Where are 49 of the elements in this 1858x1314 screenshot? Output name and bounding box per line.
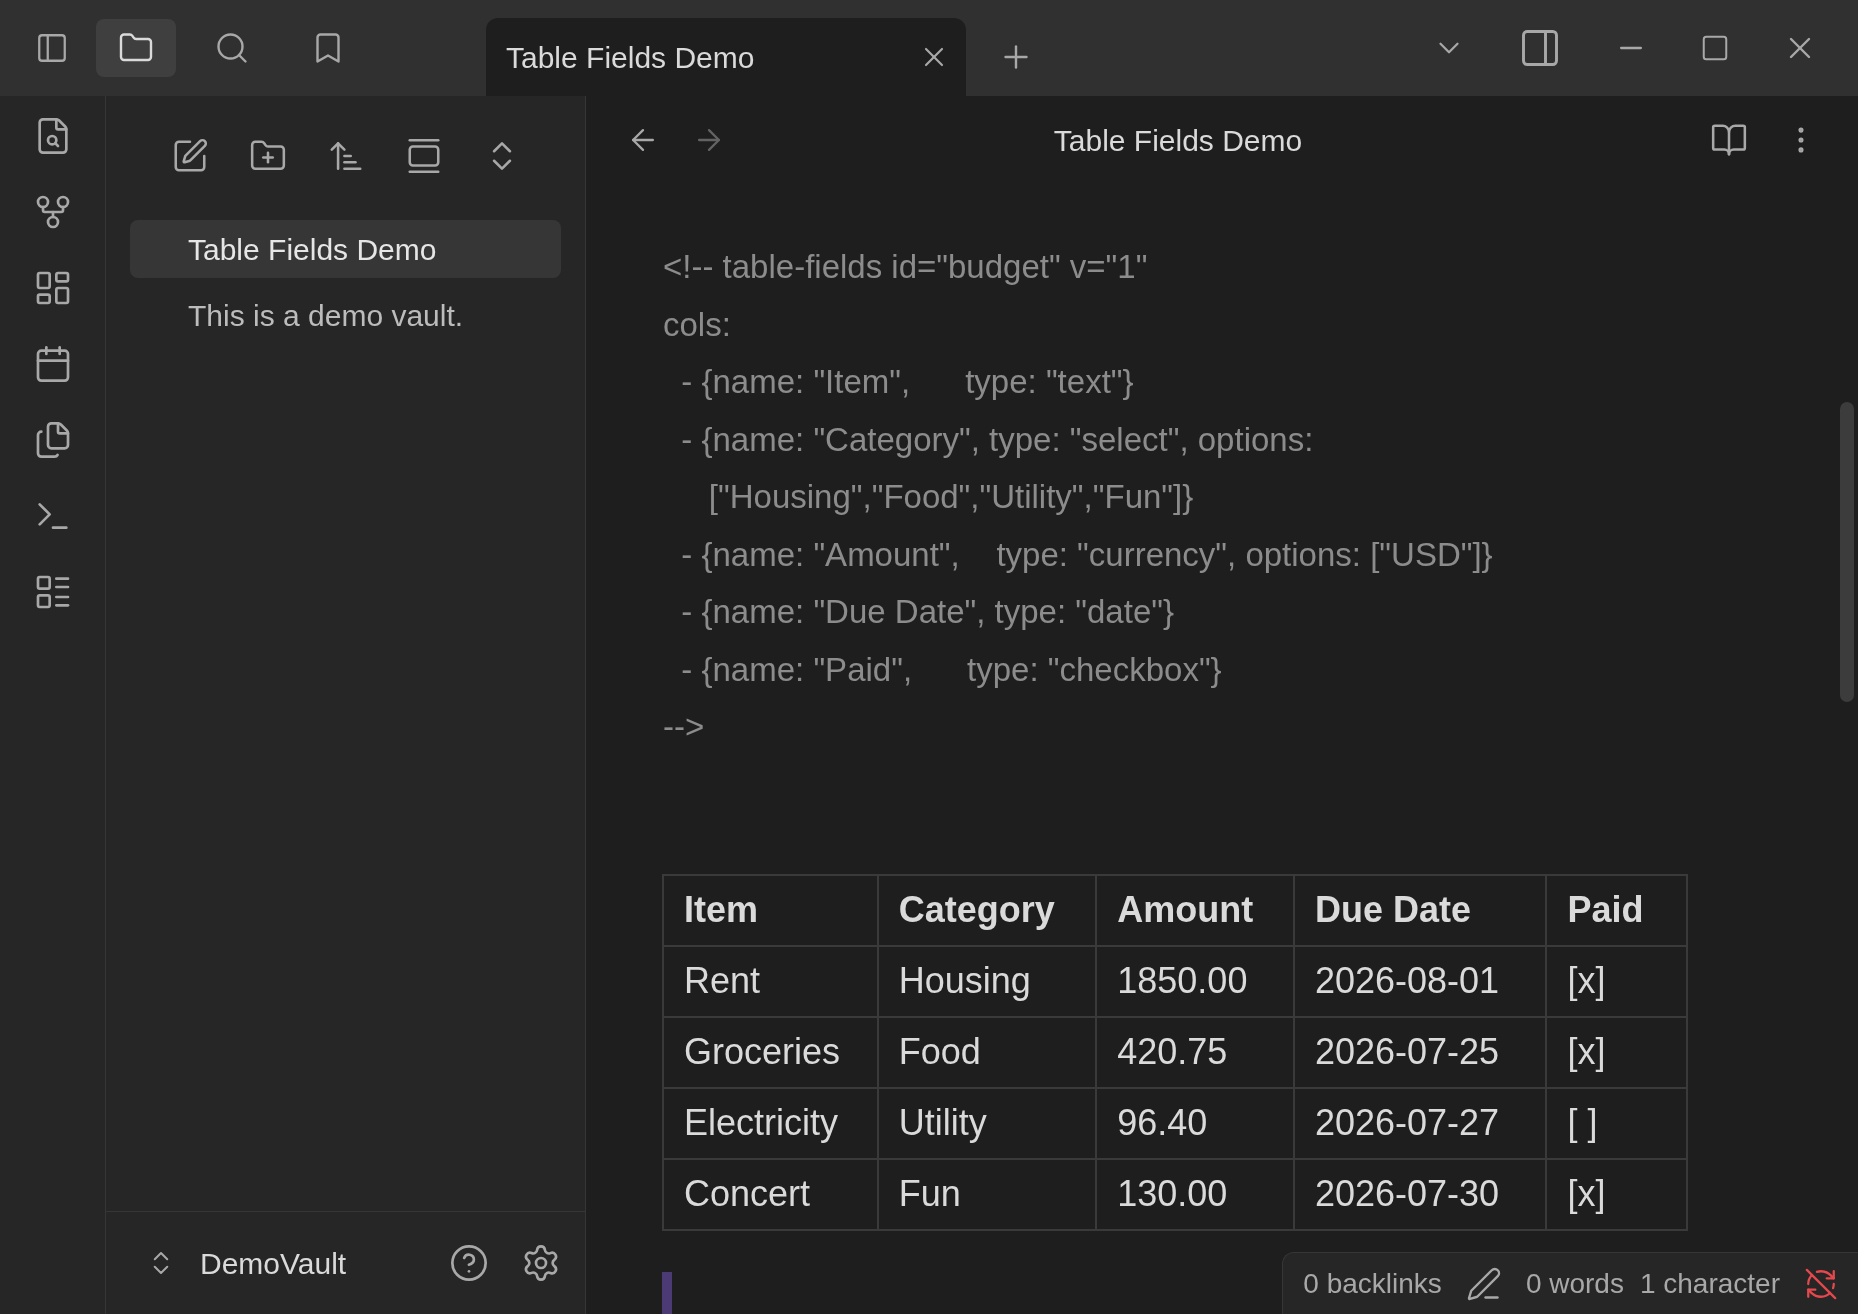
- table-cell: 96.40: [1096, 1087, 1294, 1159]
- table-cell: 2026-07-27: [1293, 1087, 1547, 1159]
- vault-name[interactable]: DemoVault: [200, 1240, 449, 1286]
- help-icon[interactable]: [449, 1243, 489, 1283]
- column-header: Category: [877, 874, 1097, 946]
- code-line: ["Housing","Food","Utility","Fun"]}: [707, 477, 1194, 517]
- note-title: Table Fields Demo: [1053, 122, 1303, 159]
- column-header: Item: [663, 874, 878, 946]
- table-cell: Fun: [877, 1158, 1097, 1230]
- table-cell: 2026-07-30: [1293, 1158, 1547, 1230]
- table-cell: [ ]: [1546, 1087, 1687, 1159]
- code-line: - {name: "Paid", type: "checkbox"}: [680, 649, 1222, 690]
- file-item[interactable]: Table Fields Demo: [130, 220, 561, 278]
- table-cell: [x]: [1546, 1158, 1687, 1230]
- table-cell: [x]: [1546, 1016, 1687, 1088]
- table-cell: 420.75: [1096, 1016, 1294, 1088]
- sync-off-icon[interactable]: [1804, 1266, 1838, 1301]
- pencil-icon[interactable]: [1465, 1265, 1502, 1302]
- table-cell: Utility: [877, 1087, 1097, 1159]
- code-line: - {name: "Category", type: "select", options:: [680, 419, 1314, 460]
- column-header: Amount: [1096, 874, 1294, 946]
- code-line: - {name: "Item", type: "text"}: [680, 362, 1134, 402]
- table-cell: 2026-07-25: [1293, 1016, 1547, 1088]
- character-count: 1 character: [1639, 1266, 1780, 1301]
- text-cursor: [662, 1272, 672, 1314]
- file-item[interactable]: This is a demo vault.: [130, 286, 561, 344]
- maximize-icon[interactable]: [1700, 33, 1730, 63]
- code-line: cols:: [663, 304, 731, 345]
- code-line: - {name: "Amount", type: "currency", options: ["USD"]}: [680, 534, 1493, 575]
- note-tab[interactable]: Table Fields Demo: [486, 18, 966, 96]
- tab-label: Table Fields Demo: [506, 39, 756, 76]
- word-count: 0 words: [1525, 1266, 1624, 1301]
- table-cell: Groceries: [663, 1016, 878, 1088]
- table-cell: 2026-08-01: [1293, 945, 1547, 1017]
- table-cell: Concert: [663, 1158, 878, 1230]
- table-cell: Food: [877, 1016, 1097, 1088]
- column-header: Paid: [1546, 874, 1687, 946]
- code-line: -->: [663, 707, 705, 747]
- table-cell: [x]: [1546, 945, 1687, 1017]
- table-cell: Electricity: [663, 1087, 878, 1159]
- code-line: - {name: "Due Date", type: "date"}: [680, 592, 1174, 632]
- column-header: Due Date: [1293, 874, 1547, 946]
- table-cell: 130.00: [1096, 1158, 1294, 1230]
- table-cell: Housing: [877, 945, 1097, 1017]
- backlinks-count[interactable]: 0 backlinks: [1303, 1262, 1442, 1305]
- code-line: <!-- table-fields id="budget" v="1": [663, 247, 1148, 287]
- folder-icon[interactable]: [96, 19, 176, 77]
- table-cell: Rent: [663, 945, 878, 1017]
- table-cell: 1850.00: [1096, 945, 1294, 1017]
